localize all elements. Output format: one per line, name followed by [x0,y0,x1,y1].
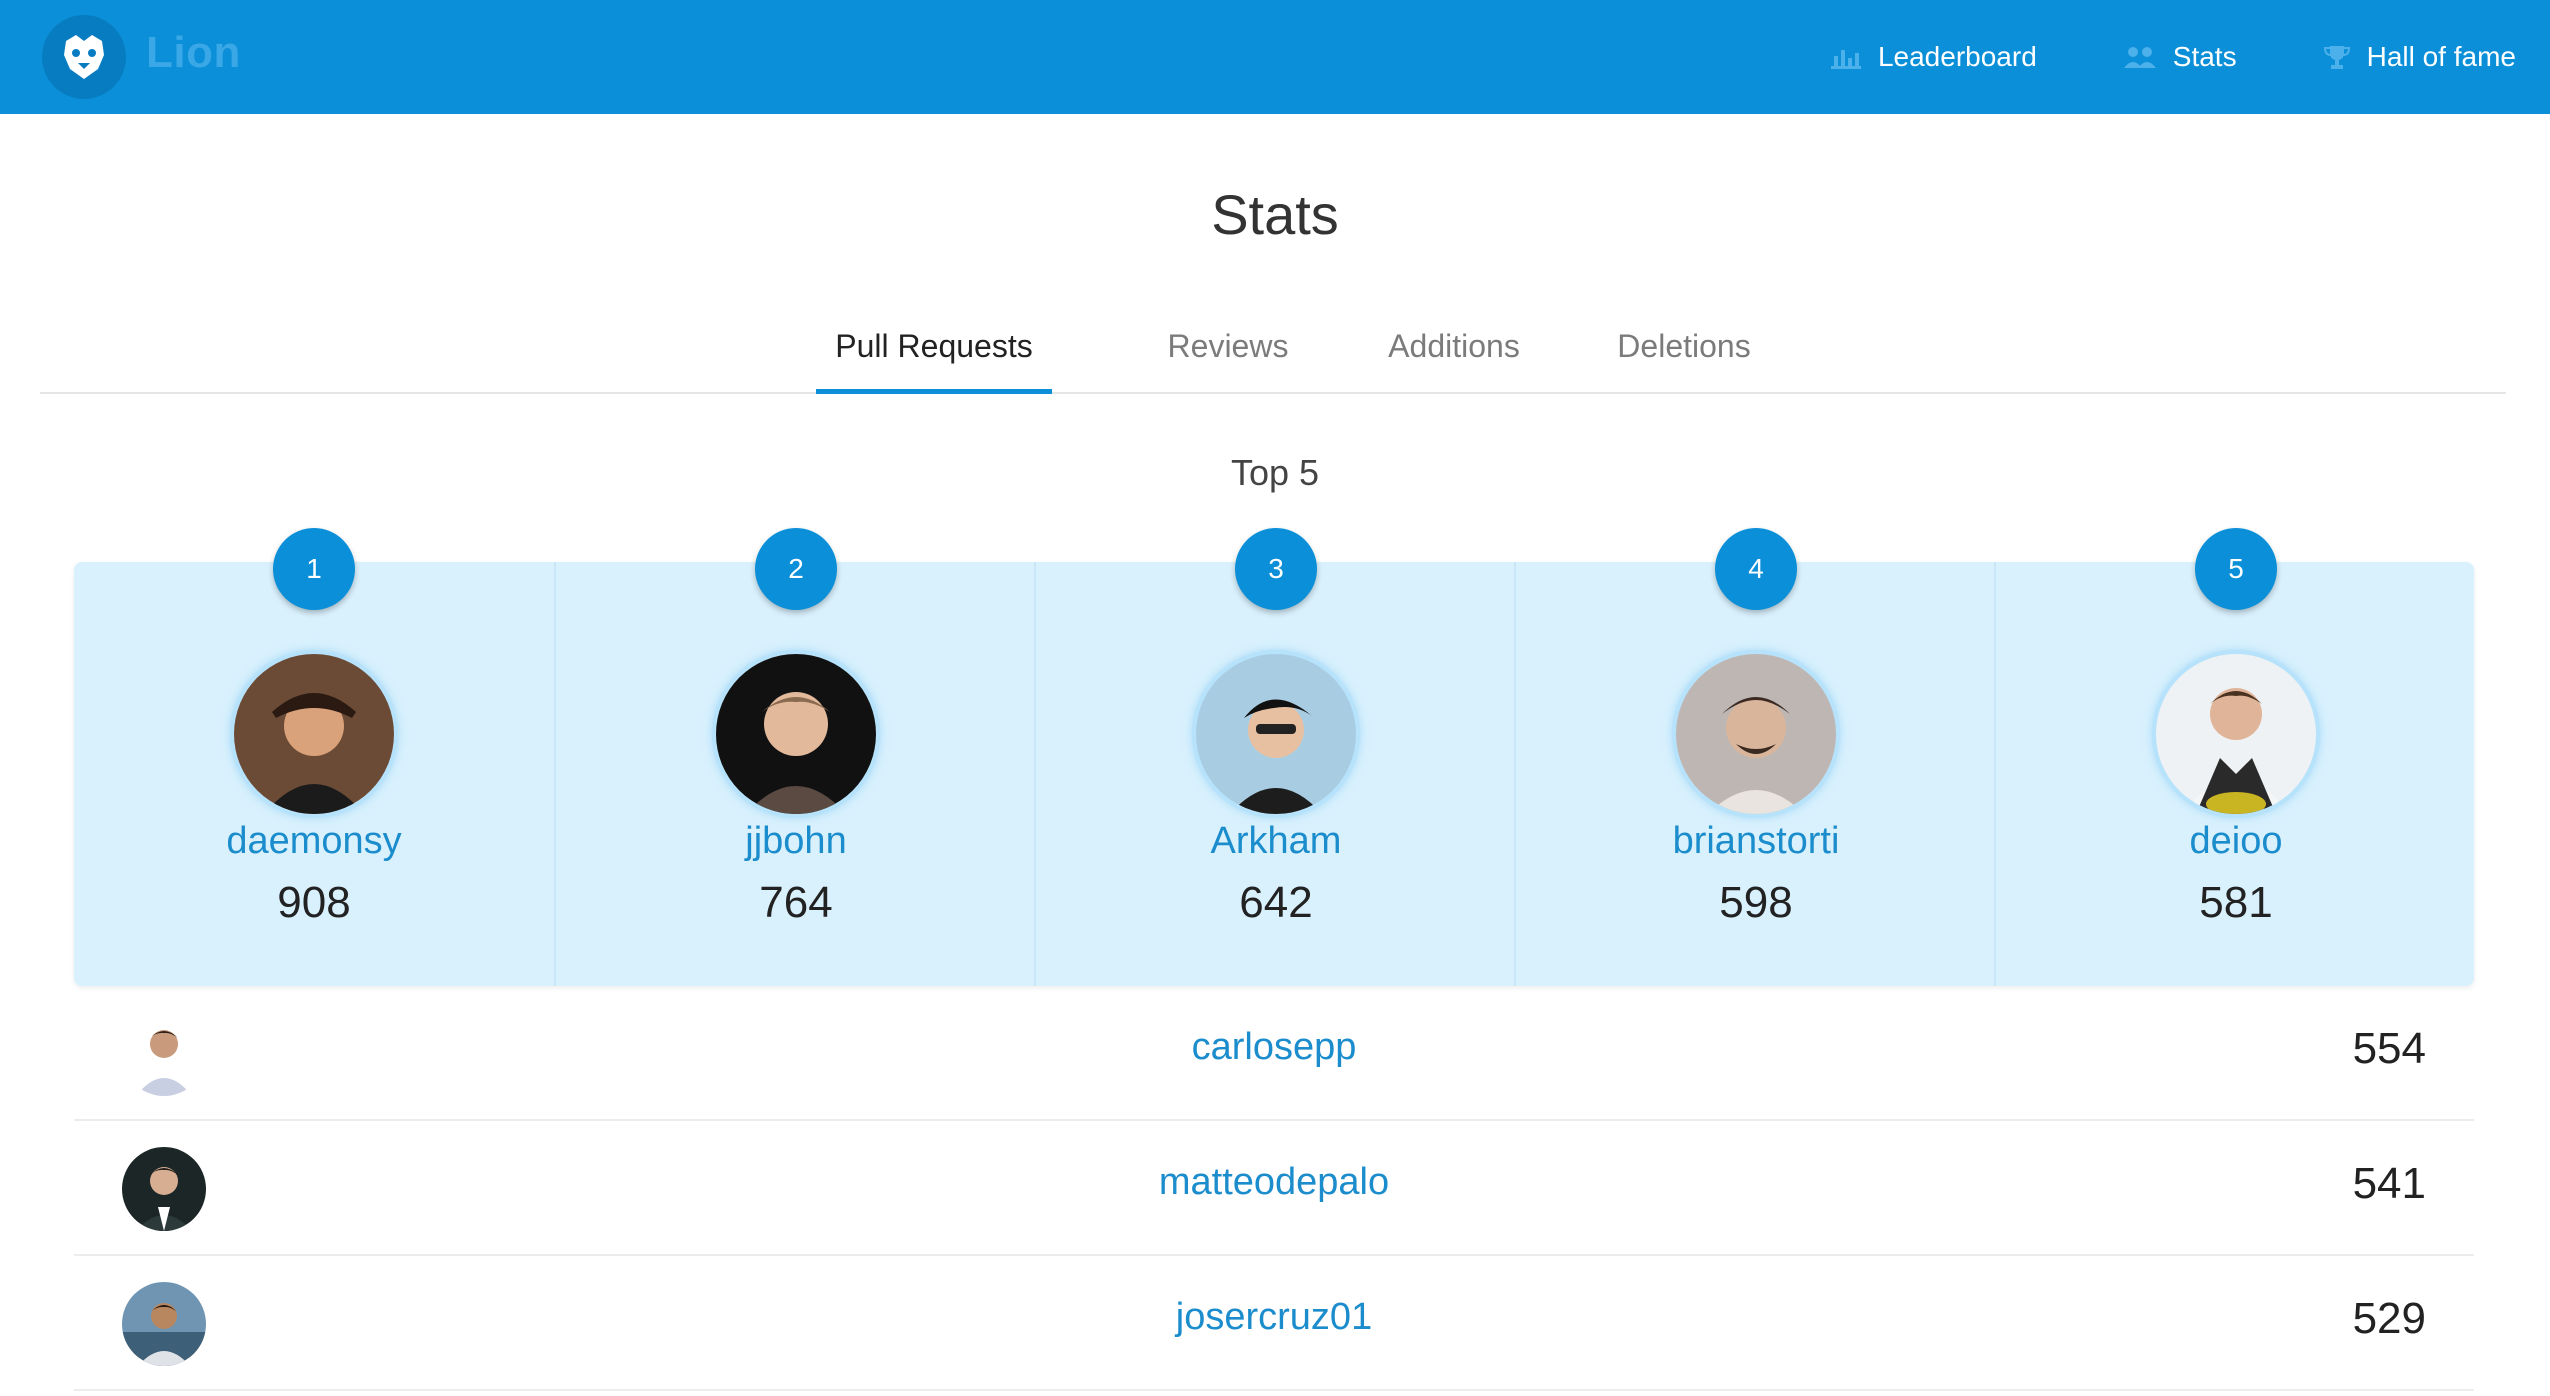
rank-badge: 2 [755,528,837,610]
nav-label: Stats [2172,41,2237,72]
score: 642 [1239,878,1313,927]
user-link[interactable]: josercruz01 [74,1296,2474,1339]
tab-deletions[interactable]: Deletions [1566,300,1802,392]
app-name[interactable]: Lion [146,28,241,78]
podium-entry: 3 Arkham 642 [1034,528,1516,986]
nav-item-stats[interactable]: Stats [2123,41,2237,73]
top-5-podium: 1 daemonsy 908 2 jjbohn 764 3 Arkham 642… [74,528,2476,986]
score: 598 [1719,878,1793,927]
list-item: matteodepalo 541 [74,1121,2474,1256]
podium-entry: 4 brianstorti 598 [1514,528,1996,986]
rank-badge: 4 [1715,528,1797,610]
ranking-list: carlosepp 554 matteodepalo 541 josercruz… [74,986,2474,1391]
score: 554 [2352,1024,2426,1073]
stats-tabs: Pull Requests Reviews Additions Deletion… [40,300,2506,394]
top-navbar: Lion Leaderboard Stats Hall of fame [0,0,2550,114]
avatar[interactable] [234,654,394,814]
list-item: josercruz01 529 [74,1256,2474,1391]
avatar[interactable] [1196,654,1356,814]
nav-item-leaderboard[interactable]: Leaderboard [1830,41,2037,73]
user-link[interactable]: carlosepp [74,1026,2474,1069]
rank-badge: 5 [2195,528,2277,610]
nav-label: Hall of fame [2366,41,2516,72]
rank-badge: 1 [273,528,355,610]
bar-chart-icon [1830,50,1861,69]
tab-additions[interactable]: Additions [1336,300,1572,392]
top-5-heading: Top 5 [1230,452,1320,493]
tab-reviews[interactable]: Reviews [1116,300,1340,392]
list-item: carlosepp 554 [74,986,2474,1121]
score: 541 [2352,1159,2426,1208]
score: 581 [2199,878,2273,927]
user-link[interactable]: jjbohn [556,820,1036,863]
podium-entry: 1 daemonsy 908 [74,528,554,986]
podium-entry: 2 jjbohn 764 [554,528,1036,986]
avatar[interactable] [1676,654,1836,814]
avatar[interactable] [2156,654,2316,814]
tab-pull-requests[interactable]: Pull Requests [816,300,1052,394]
nav-item-hall-of-fame[interactable]: Hall of fame [2323,41,2516,73]
score: 764 [759,878,833,927]
nav-label: Leaderboard [1877,41,2037,72]
rank-badge: 3 [1235,528,1317,610]
logo[interactable] [42,15,126,99]
lion-logo-icon [42,15,126,99]
avatar[interactable] [716,654,876,814]
page-title: Stats [1211,183,1339,246]
user-link[interactable]: brianstorti [1516,820,1996,863]
users-icon [2123,47,2156,68]
user-link[interactable]: matteodepalo [74,1161,2474,1204]
user-link[interactable]: deioo [1996,820,2476,863]
score: 529 [2352,1294,2426,1343]
user-link[interactable]: Arkham [1036,820,1516,863]
podium-entry: 5 deioo 581 [1994,528,2476,986]
user-link[interactable]: daemonsy [74,820,554,863]
trophy-icon [2323,46,2350,69]
score: 908 [277,878,351,927]
main-nav: Leaderboard Stats Hall of fame [1744,0,2516,114]
